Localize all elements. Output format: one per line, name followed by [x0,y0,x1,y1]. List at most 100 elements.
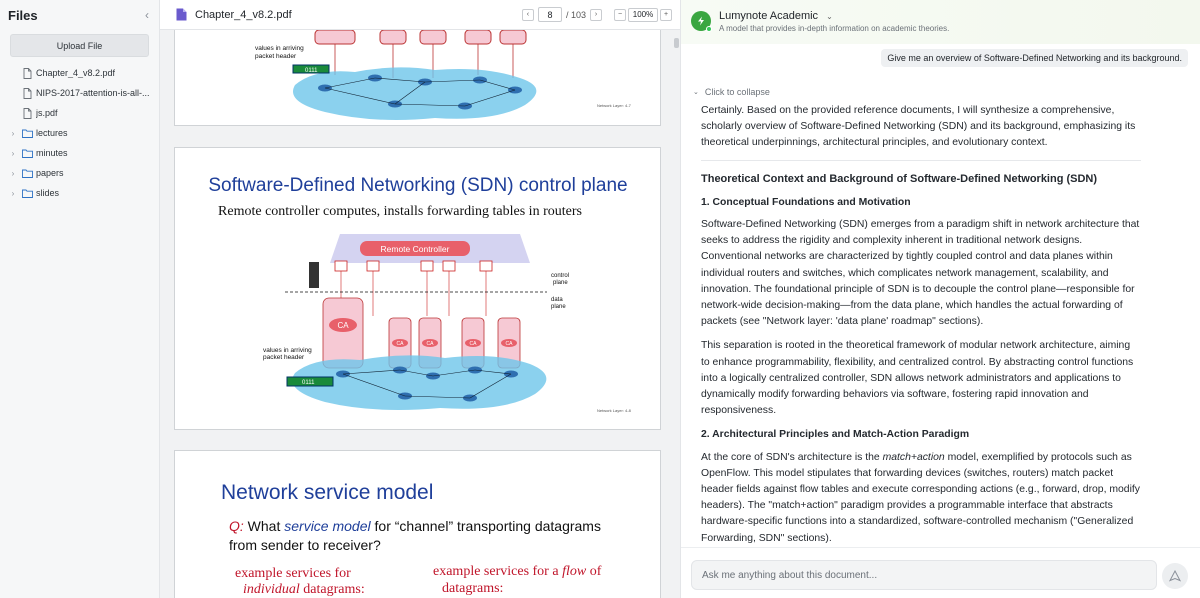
file-item[interactable]: Chapter_4_v8.2.pdf [0,63,159,83]
file-name: js.pdf [36,108,58,118]
viewer-scrollbar[interactable] [674,38,679,48]
svg-text:individual datagrams:: individual datagrams: [243,582,365,597]
chevron-right-icon[interactable]: › [8,129,18,138]
label-values: values in arriving [255,45,304,52]
file-sidebar: Files ‹ Upload File Chapter_4_v8.2.pdf N… [0,0,160,598]
question-text: for “channel” transporting datagrams [371,518,601,534]
lightning-icon [698,16,704,26]
folder-name: slides [36,188,60,198]
question-emphasis: service model [284,518,371,534]
sidebar-collapse-icon[interactable]: ‹ [145,8,149,22]
right-line2: datagrams: [442,581,503,596]
right-heading: of [586,564,602,579]
zoom-in-icon[interactable]: + [660,8,672,21]
pdf-viewer: Chapter_4_v8.2.pdf ‹ / 103 › − 100% + [160,0,680,598]
file-item[interactable]: NIPS-2017-attention-is-all-... [0,83,159,103]
svg-text:Q: What service model for “cha: Q: What service model for “channel” tran… [229,518,601,534]
control-plane-label-2: plane [553,280,568,286]
model-avatar [691,11,712,32]
chevron-right-icon[interactable]: › [8,189,18,198]
question-text: What [244,518,284,534]
chevron-right-icon[interactable]: › [8,169,18,178]
slide-subtitle: Remote controller computes, installs for… [218,204,582,219]
ca-label: CA [506,341,514,347]
label-values: values in arriving [263,347,312,354]
folder-item[interactable]: › papers [0,163,159,183]
right-heading: example services for a [433,564,562,579]
data-plane-label-2: plane [551,304,566,310]
file-item[interactable]: js.pdf [0,103,159,123]
collapse-toggle[interactable]: ⌄ Click to collapse [693,87,770,97]
folder-icon [21,147,33,159]
header-value: 0111 [302,380,315,386]
folder-item[interactable]: › slides [0,183,159,203]
folder-name: minutes [36,148,68,158]
sidebar-title: Files [8,7,38,23]
chat-input[interactable] [691,560,1157,590]
left-rest: datagrams: [300,582,365,597]
divider [701,159,1141,161]
paragraph-emphasis: match+action [882,451,945,463]
slide-title: Network service model [221,481,433,504]
chevron-down-icon[interactable]: ⌄ [826,12,833,21]
model-selector[interactable]: Lumynote Academic ⌄ [719,10,949,22]
question-label: Q: [229,518,244,534]
slide-footer: Network Layer: 4-7 [597,103,632,108]
ca-label: CA [470,341,478,347]
folder-item[interactable]: › lectures [0,123,159,143]
assistant-response: Certainly. Based on the provided referen… [701,103,1141,555]
ca-label: CA [397,341,405,347]
folder-name: papers [36,168,64,178]
chevron-right-icon[interactable]: › [8,149,18,158]
response-heading: Theoretical Context and Background of So… [701,172,1098,185]
sidebar-header: Files ‹ [0,0,159,30]
divider [681,547,1200,548]
right-emphasis: flow [562,564,587,579]
data-plane-label-1: data [551,297,563,303]
service-model-slide: Network service model Q: What service mo… [221,481,602,597]
file-icon [21,107,33,119]
page-number-input[interactable] [537,7,562,22]
chevron-down-icon: ⌄ [693,89,699,96]
pdf-page: Network service model Q: What service mo… [174,450,661,598]
user-message: Give me an overview of Software-Defined … [881,49,1188,67]
slide-title: Software-Defined Networking (SDN) contro… [208,175,627,196]
document-title: Chapter_4_v8.2.pdf [195,8,292,21]
response-intro: Certainly. Based on the provided referen… [701,105,1136,149]
page-total: / 103 [565,9,586,20]
section-heading: 1. Conceptual Foundations and Motivation [701,196,911,208]
folder-icon [21,127,33,139]
model-name: Lumynote Academic [719,10,819,22]
send-icon [1169,570,1181,582]
chat-panel: Lumynote Academic ⌄ A model that provide… [680,0,1200,598]
model-description: A model that provides in-depth informati… [719,24,950,33]
label-header: packet header [263,354,305,361]
sdn-slide: Software-Defined Networking (SDN) contro… [208,175,631,413]
folder-icon [21,187,33,199]
send-button[interactable] [1162,563,1188,589]
chat-header: Lumynote Academic ⌄ A model that provide… [681,0,1200,44]
paragraph-text: model, exemplified by protocols such as … [701,451,1140,544]
remote-controller-label: Remote Controller [381,244,450,254]
online-status-dot [706,26,712,32]
question-line2: from sender to receiver? [229,537,381,553]
left-heading: example services for [235,566,351,581]
ca-label: CA [427,341,435,347]
file-icon [21,67,33,79]
next-page-button[interactable]: › [590,8,602,21]
file-name: Chapter_4_v8.2.pdf [36,68,116,78]
folder-item[interactable]: › minutes [0,143,159,163]
prev-page-button[interactable]: ‹ [521,8,534,21]
section-heading: 2. Architectural Principles and Match-Ac… [701,429,970,441]
pdf-page: values in arriving packet header 0111 Ne… [174,30,661,126]
label-header: packet header [255,53,297,60]
zoom-out-icon[interactable]: − [614,8,626,21]
paragraph-text: At the core of SDN's architecture is the [701,451,883,463]
control-plane-label-1: control [551,273,569,279]
collapse-label: Click to collapse [704,87,770,97]
upload-file-button[interactable]: Upload File [10,34,149,57]
folder-name: lectures [36,128,68,138]
svg-text:example services for a flow of: example services for a flow of [433,564,602,579]
file-tree: Chapter_4_v8.2.pdf NIPS-2017-attention-i… [0,63,159,203]
ca-label: CA [337,321,349,330]
